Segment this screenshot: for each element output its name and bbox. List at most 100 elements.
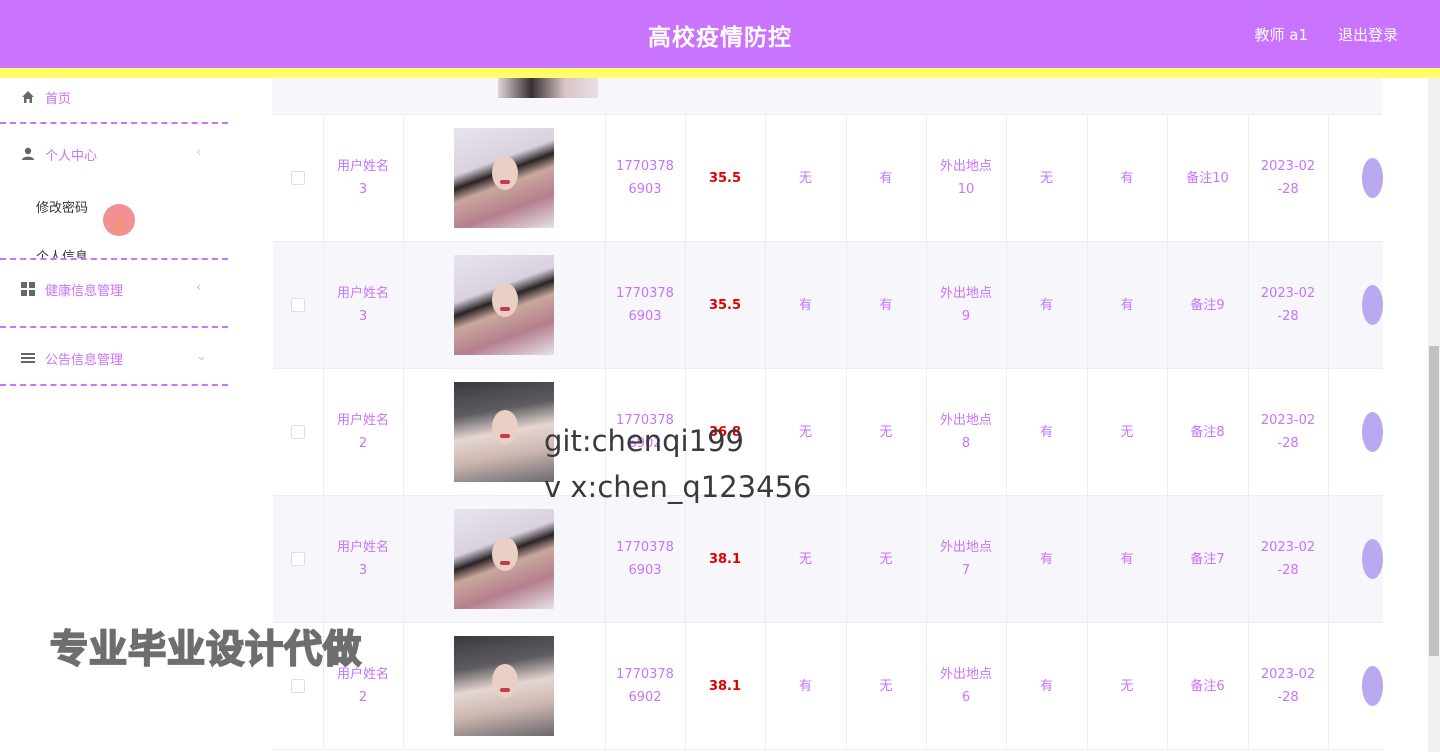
cell-date-text: 2023-02 -28 — [1260, 159, 1316, 197]
cell-status-3-text: 有 — [1039, 297, 1053, 313]
cell-status-2-text: 无 — [879, 551, 893, 567]
cell-phone: 1770378 6903 — [605, 496, 686, 622]
cell-status-3: 无 — [1006, 115, 1088, 241]
cell-note-text: 备注6 — [1190, 678, 1225, 694]
user-photo — [454, 382, 554, 482]
cell-status-4: 有 — [1087, 496, 1168, 622]
table-row: 用户姓名 3 1770378 6903 35.5 有 有 外出地点 9 有 有 备注9 2023-… — [273, 242, 1383, 369]
detail-button[interactable] — [1362, 666, 1383, 706]
cell-date: 2023-02 -28 — [1248, 496, 1329, 622]
cell-name: 用户姓名 3 — [323, 496, 404, 622]
cell-outing-place-text: 外出地点 7 — [939, 540, 992, 578]
cell-status-2: 无 — [846, 623, 927, 749]
sidebar-item-home[interactable]: 首页 — [0, 88, 228, 108]
cell-operation — [1328, 369, 1383, 495]
detail-button[interactable] — [1362, 412, 1383, 452]
cell-status-2: 无 — [846, 496, 927, 622]
cell-date: 2023-02 -28 — [1248, 623, 1329, 749]
cell-photo — [403, 496, 606, 622]
cell-note: 备注7 — [1167, 496, 1249, 622]
menu-divider — [0, 326, 228, 328]
cell-phone-text: 1770378 6902 — [616, 667, 674, 705]
grid-icon — [20, 281, 36, 297]
sidebar-item-health-info[interactable]: 健康信息管理 ‹ — [0, 280, 228, 300]
cell-note-text: 备注7 — [1190, 551, 1225, 567]
select-cell — [273, 496, 324, 622]
logout-link[interactable]: 退出登录 — [1338, 24, 1398, 45]
select-cell — [273, 242, 324, 368]
current-user[interactable]: 教师 a1 — [1254, 24, 1308, 45]
cell-status-1-text: 有 — [798, 297, 812, 313]
cell-status-2-text: 无 — [879, 678, 893, 694]
cell-status-4: 无 — [1087, 623, 1168, 749]
cell-phone-text: 1770378 6903 — [616, 159, 674, 197]
cell-outing-place: 外出地点 6 — [926, 623, 1007, 749]
cell-note: 备注8 — [1167, 369, 1249, 495]
cell-photo — [403, 115, 606, 241]
cell-operation — [1328, 496, 1383, 622]
detail-button[interactable] — [1362, 158, 1383, 198]
cell-status-3: 有 — [1006, 623, 1088, 749]
sidebar-item-notice-info[interactable]: 公告信息管理 ⌄ — [0, 349, 228, 369]
cell-temperature: 35.5 — [685, 242, 766, 368]
table-row-partial — [272, 78, 1382, 115]
cell-status-2-text: 有 — [879, 297, 893, 313]
cell-name-text: 用户姓名 3 — [336, 159, 389, 197]
cell-name: 用户姓名 3 — [323, 242, 404, 368]
cell-phone-text: 1770378 6903 — [616, 540, 674, 578]
row-checkbox[interactable] — [291, 171, 305, 185]
cell-status-1-text: 无 — [798, 551, 812, 567]
sidebar-subitem-change-password[interactable]: 修改密码 — [36, 197, 88, 216]
cell-date-text: 2023-02 -28 — [1260, 540, 1316, 578]
cell-name: 用户姓名 2 — [323, 369, 404, 495]
row-checkbox[interactable] — [291, 298, 305, 312]
cell-operation — [1328, 242, 1383, 368]
cell-operation — [1328, 623, 1383, 749]
cell-status-1: 有 — [765, 623, 847, 749]
cell-status-1-text: 无 — [798, 170, 812, 186]
row-checkbox[interactable] — [291, 552, 305, 566]
cell-temperature: 35.5 — [685, 115, 766, 241]
cell-status-2-text: 无 — [879, 424, 893, 440]
detail-button[interactable] — [1362, 285, 1383, 325]
sidebar-item-personal-center[interactable]: 个人中心 ‹ — [0, 145, 228, 165]
cell-temperature-text: 35.5 — [708, 170, 742, 186]
cell-phone-text: 1770378 6903 — [616, 286, 674, 324]
cell-date-text: 2023-02 -28 — [1260, 667, 1316, 705]
row-checkbox[interactable] — [291, 679, 305, 693]
cell-outing-place-text: 外出地点 9 — [939, 286, 992, 324]
cell-name-text: 用户姓名 3 — [336, 286, 389, 324]
home-icon — [20, 89, 36, 105]
cell-outing-place: 外出地点 10 — [926, 115, 1007, 241]
cell-status-4-text: 有 — [1120, 551, 1134, 567]
cell-status-1-text: 有 — [798, 678, 812, 694]
cell-status-3-text: 有 — [1039, 551, 1053, 567]
cell-outing-place-text: 外出地点 10 — [939, 159, 992, 197]
list-icon — [20, 350, 36, 366]
cell-status-2: 有 — [846, 242, 927, 368]
detail-button[interactable] — [1362, 539, 1383, 579]
row-checkbox[interactable] — [291, 425, 305, 439]
cell-status-1-text: 无 — [798, 424, 812, 440]
table-row: 用户姓名 3 1770378 6903 35.5 无 有 外出地点 10 无 有 备注10 202… — [273, 115, 1383, 242]
user-photo — [454, 509, 554, 609]
cell-status-3: 有 — [1006, 242, 1088, 368]
watermark-wechat: v x:chen_q123456 — [544, 470, 812, 504]
scrollbar[interactable] — [1428, 78, 1440, 752]
table-row: 用户姓名 2 1770378 6902 38.1 有无外出地点 6 有无备注6 2023-… — [273, 623, 1383, 750]
sidebar-subitem-personal-info[interactable]: 个人信息 — [36, 246, 88, 258]
cell-status-1: 有 — [765, 242, 847, 368]
cell-note-text: 备注8 — [1190, 424, 1225, 440]
cell-status-4-text: 无 — [1120, 424, 1134, 440]
user-photo — [454, 636, 554, 736]
cell-name: 用户姓名 3 — [323, 115, 404, 241]
sidebar-item-label: 个人中心 — [45, 149, 98, 164]
cell-name-text: 用户姓名 2 — [336, 413, 389, 451]
cell-status-4: 无 — [1087, 369, 1168, 495]
cell-status-3-text: 无 — [1039, 170, 1053, 186]
scrollbar-thumb[interactable] — [1429, 346, 1439, 656]
cell-phone: 1770378 6903 — [605, 115, 686, 241]
sidebar-item-label: 首页 — [45, 92, 72, 107]
table-row: 用户姓名 3 1770378 6903 38.1 无 无 外出地点 7 有 有 备注7 2023-… — [273, 496, 1383, 623]
cell-temperature-text: 38.1 — [708, 551, 742, 567]
